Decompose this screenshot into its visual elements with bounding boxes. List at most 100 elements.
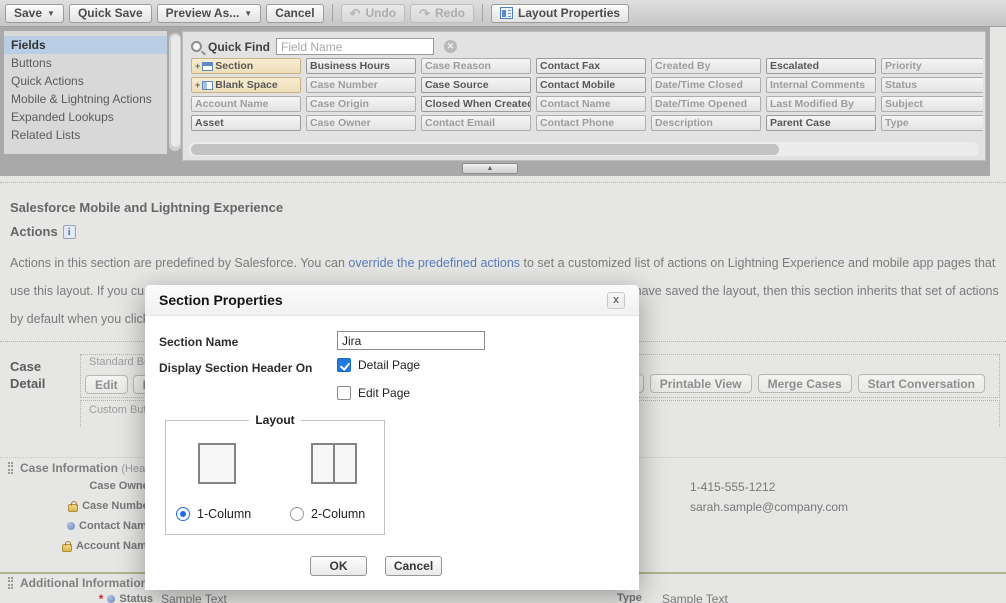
cancel-button[interactable]: Cancel: [266, 4, 323, 23]
redo-button[interactable]: ↷ Redo: [410, 4, 474, 23]
field-chip-description[interactable]: Description: [651, 115, 761, 131]
section-name-input[interactable]: [337, 331, 485, 350]
info-icon[interactable]: i: [63, 225, 76, 239]
display-section-header-label: Display Section Header On: [159, 361, 312, 375]
drag-handle-icon[interactable]: [8, 462, 13, 474]
field-chip-last-modified-by[interactable]: Last Modified By: [766, 96, 876, 112]
field-chip-parent-case[interactable]: Parent Case: [766, 115, 876, 131]
field-label-text: Contact Name: [79, 520, 153, 532]
two-column-radio[interactable]: [290, 507, 304, 521]
quick-find-input[interactable]: [276, 38, 434, 55]
two-column-option[interactable]: 2-Column: [290, 507, 365, 521]
status-field-value: Sample Text: [161, 592, 227, 603]
case-detail-title-line2: Detail: [10, 375, 45, 392]
layout-legend: Layout: [249, 413, 300, 427]
status-field-label: * Status: [0, 592, 153, 603]
detail-page-checkbox[interactable]: [337, 358, 351, 372]
field-chip-label: Parent Case: [770, 117, 831, 129]
field-chip-case-origin[interactable]: Case Origin: [306, 96, 416, 112]
field-chip-case-owner[interactable]: Case Owner: [306, 115, 416, 131]
field-chip-business-hours[interactable]: Business Hours: [306, 58, 416, 74]
field-chip-case-source[interactable]: Case Source: [421, 77, 531, 93]
field-chip-closed-when-created[interactable]: Closed When Created: [421, 96, 531, 112]
field-chip-created-by[interactable]: Created By: [651, 58, 761, 74]
palette-fields-area: Quick Find ✕ +Section +Blank Space Account…: [182, 31, 986, 161]
field-chip-label: Contact Email: [425, 117, 495, 129]
search-icon: [191, 41, 202, 52]
quick-find-label: Quick Find: [208, 40, 270, 54]
field-chip-label: Case Number: [310, 79, 378, 91]
field-chip-contact-phone[interactable]: Contact Phone: [536, 115, 646, 131]
one-column-preview-icon: [198, 443, 236, 484]
field-chip-contact-mobile[interactable]: Contact Mobile: [536, 77, 646, 93]
palette-scrollbar-thumb[interactable]: [191, 144, 779, 155]
ok-button[interactable]: OK: [310, 556, 367, 576]
one-column-radio[interactable]: [176, 507, 190, 521]
field-chip-internal-comments[interactable]: Internal Comments: [766, 77, 876, 93]
field-chip-date-time-opened[interactable]: Date/Time Opened: [651, 96, 761, 112]
layout-properties-button[interactable]: Layout Properties: [491, 4, 629, 23]
undo-button[interactable]: ↶ Undo: [341, 4, 406, 23]
undo-icon: ↶: [350, 7, 361, 20]
plus-icon: +: [195, 61, 200, 71]
additional-information-header: Additional Information: [20, 576, 148, 590]
palette-category-quick-actions[interactable]: Quick Actions: [4, 72, 167, 90]
field-chip-contact-fax[interactable]: Contact Fax: [536, 58, 646, 74]
sidebar-scrollbar[interactable]: [169, 33, 181, 151]
lock-icon: [62, 544, 72, 552]
edit-page-checkbox-row: Edit Page: [337, 386, 410, 400]
close-icon[interactable]: x: [607, 292, 625, 309]
palette-horizontal-scrollbar[interactable]: [189, 142, 979, 156]
edit-page-checkbox[interactable]: [337, 386, 351, 400]
palette-category-mobile-lightning-actions[interactable]: Mobile & Lightning Actions: [4, 90, 167, 108]
field-chip-date-time-closed[interactable]: Date/Time Closed: [651, 77, 761, 93]
save-button[interactable]: Save ▼: [5, 4, 64, 23]
section-name-label: Section Name: [159, 335, 238, 349]
collapse-palette-button[interactable]: ▲: [462, 163, 518, 174]
start-conversation-button[interactable]: Start Conversation: [858, 374, 985, 393]
field-chip-blank-space[interactable]: +Blank Space: [191, 77, 301, 93]
case-information-header-suffix: (Hea: [121, 463, 145, 475]
field-chip-label: Type: [885, 117, 909, 129]
palette-category-related-lists[interactable]: Related Lists: [4, 126, 167, 144]
merge-cases-button[interactable]: Merge Cases: [758, 374, 852, 393]
field-chip-label: Case Reason: [425, 60, 491, 72]
field-chip-contact-email[interactable]: Contact Email: [421, 115, 531, 131]
palette-category-fields[interactable]: Fields: [4, 36, 167, 54]
field-chip-contact-name[interactable]: Contact Name: [536, 96, 646, 112]
field-chip-priority[interactable]: Priority: [881, 58, 983, 74]
field-chip-escalated[interactable]: Escalated: [766, 58, 876, 74]
field-chip-status[interactable]: Status: [881, 77, 983, 93]
triangle-up-icon: ▲: [487, 165, 494, 172]
palette-category-buttons[interactable]: Buttons: [4, 54, 167, 72]
drag-handle-icon[interactable]: [8, 577, 13, 589]
sidebar-scrollbar-thumb[interactable]: [171, 35, 180, 147]
dialog-title: Section Properties: [159, 292, 283, 308]
dialog-cancel-button[interactable]: Cancel: [385, 556, 442, 576]
toolbar-separator: [482, 4, 483, 22]
preview-as-button[interactable]: Preview As... ▼: [157, 4, 262, 23]
field-chip-label: Account Name: [195, 98, 269, 110]
field-chip-case-number[interactable]: Case Number: [306, 77, 416, 93]
two-column-preview-icon: [311, 443, 357, 484]
field-chip-account-name[interactable]: Account Name: [191, 96, 301, 112]
field-value-email: sarah.sample@company.com: [690, 500, 848, 514]
one-column-option[interactable]: 1-Column: [176, 507, 251, 521]
field-chip-label: Created By: [655, 60, 710, 72]
field-chip-case-reason[interactable]: Case Reason: [421, 58, 531, 74]
quick-save-button[interactable]: Quick Save: [69, 4, 152, 23]
field-label-account-name: Account Name: [0, 540, 153, 552]
field-chip-asset[interactable]: Asset: [191, 115, 301, 131]
field-chip-section[interactable]: +Section: [191, 58, 301, 74]
field-chip-type[interactable]: Type: [881, 115, 983, 131]
palette-category-expanded-lookups[interactable]: Expanded Lookups: [4, 108, 167, 126]
override-predefined-actions-link[interactable]: override the predefined actions: [348, 256, 520, 270]
field-chip-label: Business Hours: [310, 60, 390, 72]
edit-button[interactable]: Edit: [85, 375, 128, 394]
printable-view-button[interactable]: Printable View: [650, 374, 752, 393]
field-chip-label: Contact Name: [540, 98, 611, 110]
preview-as-label: Preview As...: [166, 6, 240, 20]
field-label-text: Case Owner: [89, 480, 153, 492]
clear-search-icon[interactable]: ✕: [444, 40, 457, 53]
field-chip-subject[interactable]: Subject: [881, 96, 983, 112]
